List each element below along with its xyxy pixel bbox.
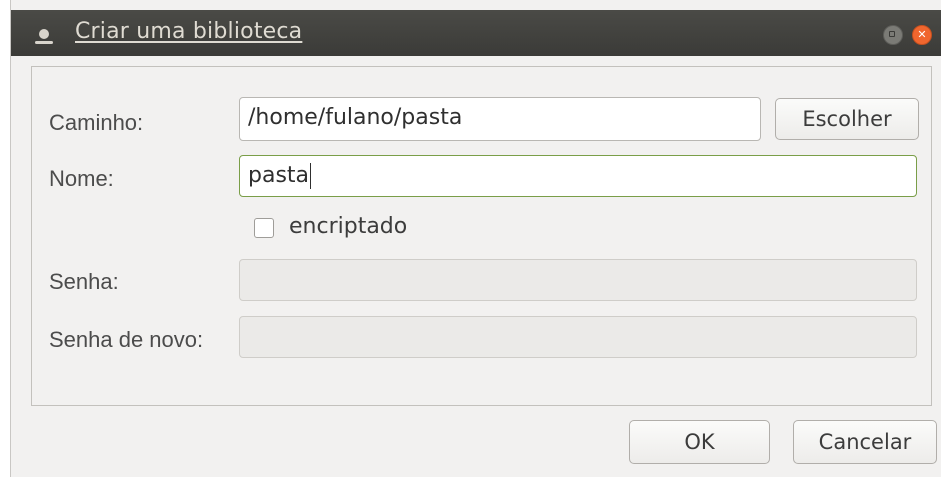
close-icon[interactable]: ✕	[912, 25, 932, 45]
encrypted-checkbox[interactable]	[254, 218, 274, 238]
path-input[interactable]: /home/fulano/pasta	[239, 97, 761, 141]
text-cursor	[310, 163, 312, 189]
password-label: Senha:	[49, 269, 119, 294]
password-again-label: Senha de novo:	[49, 327, 204, 352]
name-value: pasta	[248, 163, 310, 188]
name-label: Nome:	[49, 166, 114, 191]
window-title: Criar uma biblioteca	[75, 19, 303, 44]
name-input[interactable]: pasta	[239, 155, 917, 197]
path-label: Caminho:	[49, 110, 144, 135]
maximize-icon[interactable]	[883, 25, 903, 45]
cancel-button[interactable]: Cancelar	[793, 420, 937, 464]
password-input[interactable]	[239, 259, 917, 301]
window-menu-icon[interactable]	[35, 29, 53, 44]
choose-button[interactable]: Escolher	[775, 98, 919, 140]
title-bar[interactable]: Criar uma biblioteca ✕	[11, 10, 941, 56]
path-value: /home/fulano/pasta	[248, 105, 463, 130]
encrypted-label[interactable]: encriptado	[289, 214, 407, 239]
ok-button[interactable]: OK	[629, 420, 770, 464]
dialog-window: Criar uma biblioteca ✕ Caminho: /home/fu…	[10, 0, 941, 477]
password-again-input[interactable]	[239, 316, 917, 358]
